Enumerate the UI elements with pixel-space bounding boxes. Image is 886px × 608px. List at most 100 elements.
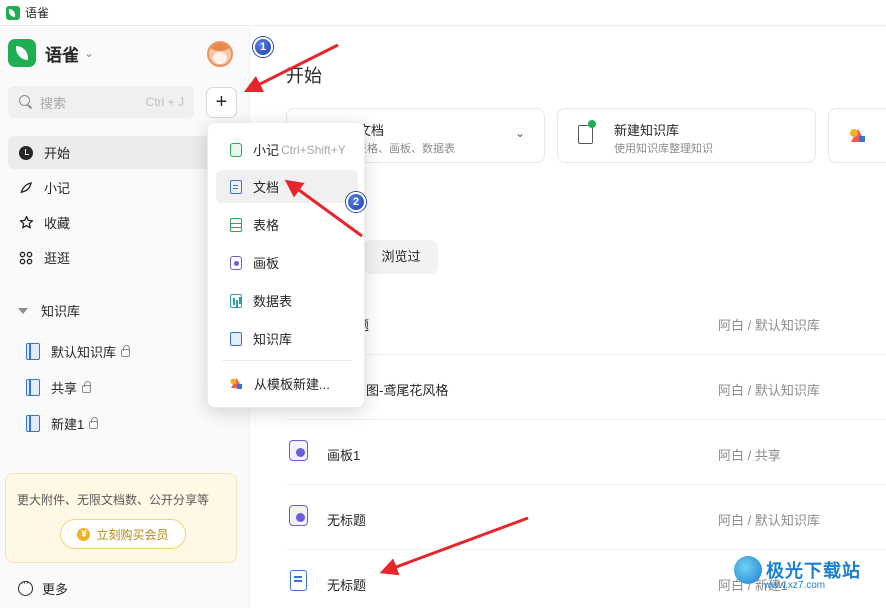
menu-item-note[interactable]: 小记 Ctrl+Shift+Y (216, 133, 358, 166)
membership-promo: 更大附件、无限文档数、公开分享等 ¥ 立刻购买会员 (5, 473, 237, 563)
doc-icon (230, 179, 242, 194)
feather-icon (18, 180, 34, 196)
sidebar-item-start[interactable]: 开始 (8, 136, 238, 169)
template-card[interactable] (828, 108, 886, 163)
list-item[interactable]: 无标题 阿白 / 默认知识库 (286, 485, 886, 550)
buy-membership-button[interactable]: ¥ 立刻购买会员 (60, 519, 186, 549)
board-icon (289, 440, 308, 461)
sidebar-item-label: 逛逛 (44, 251, 71, 266)
table-icon (230, 293, 242, 308)
sidebar-item-label: 开始 (44, 146, 71, 161)
menu-item-from-template[interactable]: 从模板新建... (216, 367, 358, 400)
book-icon (26, 378, 40, 396)
star-icon (18, 215, 34, 231)
item-title: 图-鸢尾花风格 (366, 383, 449, 398)
menu-item-label: 表格 (253, 218, 280, 233)
more-button[interactable]: 更多 (18, 577, 69, 598)
more-label: 更多 (42, 582, 69, 597)
menu-item-board[interactable]: 画板 (216, 246, 358, 279)
item-title: 无标题 (327, 513, 367, 528)
title-bar: 语雀 (0, 0, 886, 26)
chevron-down-icon: ⌄ (84, 46, 95, 60)
brand-name: 语雀 (45, 45, 79, 65)
sheet-icon (230, 217, 242, 232)
sidebar-item-default-kb[interactable]: 默认知识库 (26, 333, 131, 369)
sidebar-item-label: 收藏 (44, 216, 71, 231)
sidebar-nav: 开始 小记 收藏 逛逛 (8, 136, 238, 276)
item-path: 阿白 / 共享 (718, 448, 781, 463)
annotation-badge-1: 1 (253, 37, 273, 57)
template-icon (230, 378, 242, 389)
book-icon (26, 414, 40, 432)
menu-item-label: 文档 (253, 180, 280, 195)
board-icon (289, 505, 308, 526)
item-title: 画板1 (327, 448, 361, 463)
note-icon (230, 142, 242, 157)
search-shortcut: Ctrl + J (145, 95, 184, 109)
menu-item-shortcut: Ctrl+Shift+Y (281, 142, 346, 157)
create-menu: 小记 Ctrl+Shift+Y 文档 表格 画板 数据表 知识库 从模板新建..… (207, 122, 365, 408)
avatar[interactable] (207, 41, 233, 67)
annotation-badge-2: 2 (346, 192, 366, 212)
chevron-down-icon[interactable]: ⌄ (515, 126, 525, 140)
tab-browsed[interactable]: 浏览过 (364, 240, 438, 274)
menu-item-label: 数据表 (253, 294, 293, 309)
sidebar-item-explore[interactable]: 逛逛 (8, 241, 238, 274)
page-title: 开始 (286, 66, 322, 86)
caret-down-icon (18, 307, 28, 314)
menu-divider (222, 360, 352, 361)
new-knowledge-base-card[interactable]: 新建知识库 使用知识库整理知识 (557, 108, 816, 163)
lock-icon (89, 417, 99, 429)
promo-text: 更大附件、无限文档数、公开分享等 (17, 493, 210, 507)
knowledge-base-icon (230, 331, 242, 346)
search-icon (18, 94, 34, 110)
knowledge-base-section-toggle[interactable]: 知识库 (18, 301, 80, 320)
kb-label: 新建1 (51, 416, 85, 432)
board-icon (230, 255, 242, 270)
grid-icon (18, 250, 34, 266)
sidebar-item-shared-kb[interactable]: 共享 (26, 369, 130, 405)
card-subtitle: 使用知识库整理知识 (614, 143, 713, 155)
knowledge-base-header: 知识库 (41, 304, 81, 319)
doc-icon (290, 570, 307, 591)
item-path: 阿白 / 默认知识库 (718, 318, 820, 333)
menu-item-data-table[interactable]: 数据表 (216, 284, 358, 317)
card-title: 新建知识库 (614, 123, 680, 138)
menu-item-label: 画板 (253, 256, 280, 271)
knowledge-base-add-icon (578, 120, 596, 144)
search-input[interactable]: 搜索 Ctrl + J (8, 86, 194, 118)
lock-icon (82, 381, 92, 393)
template-icon (850, 129, 865, 142)
list-item[interactable]: 画板1 阿白 / 共享 (286, 420, 886, 485)
buy-membership-label: 立刻购买会员 (96, 527, 169, 542)
sidebar-item-new1-kb[interactable]: 新建1 (26, 405, 130, 441)
watermark-url: www.xz7.com (764, 580, 826, 591)
more-icon (18, 577, 33, 596)
menu-item-document[interactable]: 文档 (216, 170, 358, 203)
item-path: 阿白 / 默认知识库 (718, 383, 820, 398)
sidebar-item-label: 小记 (44, 181, 71, 196)
menu-item-sheet[interactable]: 表格 (216, 208, 358, 241)
add-button[interactable]: + (206, 87, 237, 118)
list-item[interactable]: 图-鸢尾花风格 阿白 / 默认知识库 (286, 355, 886, 420)
sidebar-item-notes[interactable]: 小记 (8, 171, 238, 204)
yuque-app-icon (6, 5, 20, 20)
menu-item-knowledge-base[interactable]: 知识库 (216, 322, 358, 355)
sidebar-item-favorites[interactable]: 收藏 (8, 206, 238, 239)
brand-switcher[interactable]: 语雀 ⌄ (8, 39, 94, 67)
search-placeholder: 搜索 (40, 95, 67, 111)
menu-item-label: 知识库 (253, 332, 293, 347)
list-item[interactable]: 题 阿白 / 默认知识库 (286, 290, 886, 355)
book-icon (26, 342, 40, 360)
coin-icon: ¥ (77, 527, 91, 541)
yuque-logo-icon (8, 39, 36, 67)
watermark-logo-icon (734, 556, 762, 584)
menu-item-label: 从模板新建... (254, 377, 330, 392)
menu-item-label: 小记 (253, 143, 280, 158)
window-title: 语雀 (25, 6, 50, 20)
clock-icon (18, 145, 34, 161)
kb-label: 共享 (51, 380, 78, 396)
kb-label: 默认知识库 (51, 344, 117, 360)
item-title: 无标题 (327, 578, 367, 593)
watermark: 极光下载站 www.xz7.com (734, 556, 861, 591)
